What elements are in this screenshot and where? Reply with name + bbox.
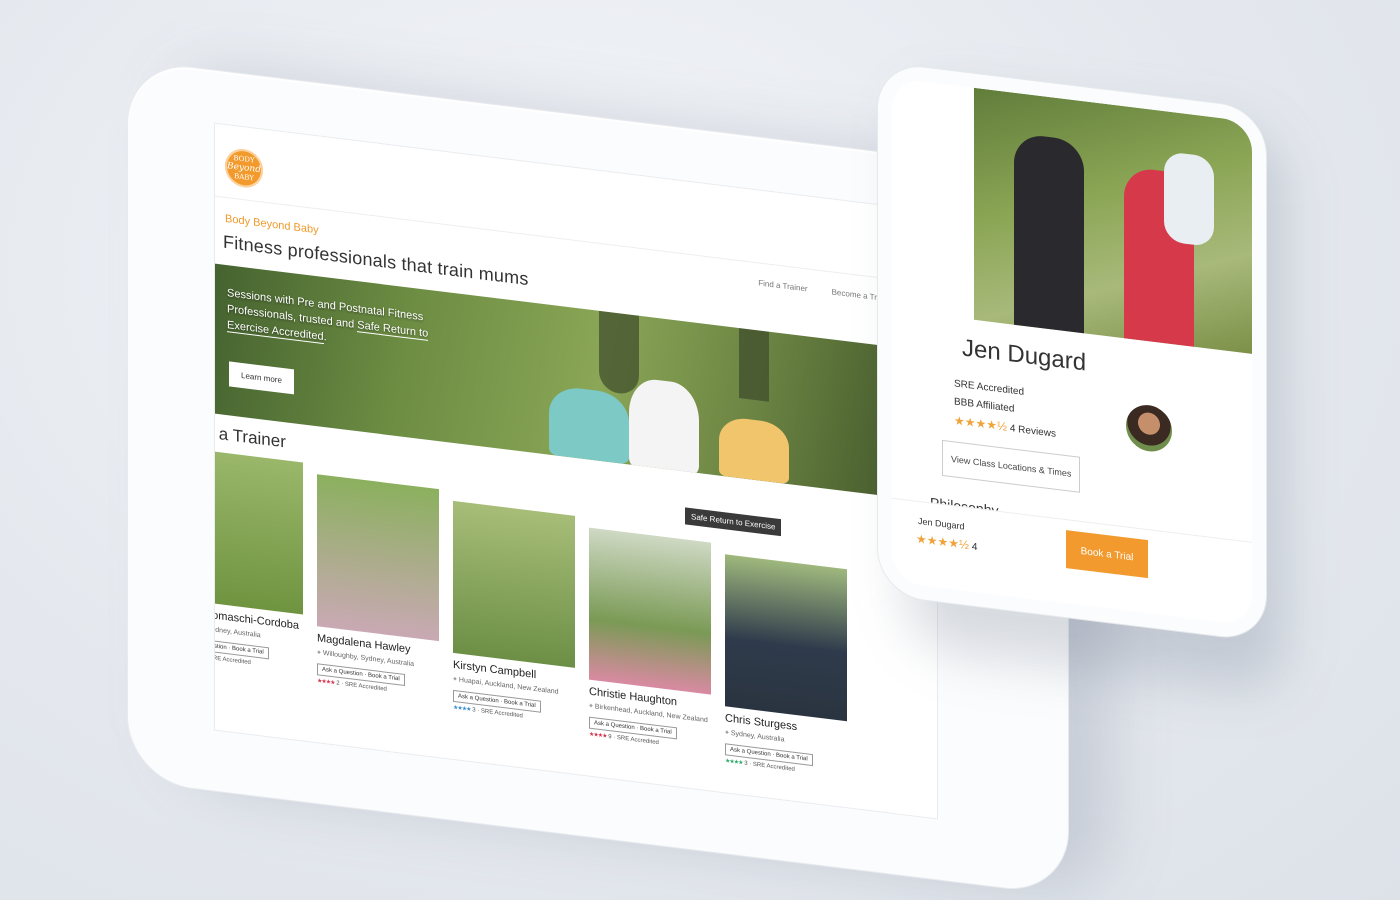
trainer-photo <box>453 500 575 668</box>
star-rating-icon: ★★★★ <box>453 704 471 714</box>
tree-trunk <box>739 328 769 402</box>
star-rating-icon: ★★★★ <box>589 731 607 740</box>
footer-rating: ★★★★½ 4 <box>916 532 977 554</box>
hero-text: Sessions with Pre and Postnatal Fitness … <box>227 285 467 362</box>
tree-trunk <box>599 310 639 396</box>
trainer-photo <box>317 474 439 642</box>
view-class-locations-button[interactable]: View Class Locations & Times <box>942 439 1081 493</box>
book-trial-button[interactable]: Book a Trial <box>1066 530 1148 579</box>
person-figure <box>1014 132 1084 342</box>
profile-photo <box>974 87 1252 354</box>
profile-meta: SRE Accredited BBB Affiliated ★★★★½ 4 Re… <box>954 375 1056 444</box>
trainer-card[interactable]: Kirstyn Campbell ⌖ Huapai, Auckland, New… <box>453 500 575 726</box>
star-rating-icon: ★★★★ <box>317 678 335 687</box>
footer-trainer-name: Jen Dugard <box>918 515 965 532</box>
trainer-photo <box>589 527 711 695</box>
trainer-list: Meli Comaschi-Cordoba ⌖ Ryde, Sydney, Au… <box>214 447 938 806</box>
phone-screen: Jen Dugard SRE Accredited BBB Affiliated… <box>892 77 1252 626</box>
trainer-location-text: Sydney, Australia <box>730 730 785 744</box>
trainer-profile-name: Jen Dugard <box>962 334 1087 377</box>
star-rating-icon: ★★★★ <box>725 758 743 767</box>
hero-text-end: . <box>323 331 327 344</box>
reviews-link[interactable]: 4 Reviews <box>1010 423 1056 440</box>
find-trainer-heading: Find a Trainer <box>214 420 286 452</box>
star-rating-icon: ★★★★½ <box>916 531 970 553</box>
baby-figure <box>1164 151 1214 248</box>
tablet-screen: BODY Beyond BABY Body Beyond Baby Fitnes… <box>214 122 938 820</box>
trainer-photo <box>725 554 847 722</box>
trainer-card[interactable]: Chris Sturgess ⌖ Sydney, Australia Ask a… <box>725 554 847 779</box>
trainer-card[interactable]: Christie Haughton ⌖ Birkenhead, Auckland… <box>589 527 711 753</box>
body-beyond-baby-logo[interactable]: BODY Beyond BABY <box>225 146 263 190</box>
person-figure <box>549 384 629 465</box>
person-figure <box>629 376 699 476</box>
logo-line: BABY <box>234 171 254 182</box>
person-figure <box>719 415 789 485</box>
learn-more-button[interactable]: Learn more <box>229 361 294 395</box>
avatar <box>1126 402 1172 455</box>
trainer-card[interactable]: Magdalena Hawley ⌖ Willoughby, Sydney, A… <box>317 474 439 699</box>
trainer-card[interactable]: Meli Comaschi-Cordoba ⌖ Ryde, Sydney, Au… <box>214 447 303 673</box>
nav-find-trainer[interactable]: Find a Trainer <box>758 278 807 293</box>
star-rating-icon: ★★★★½ <box>954 413 1008 434</box>
footer-review-count: 4 <box>971 541 978 554</box>
trainer-photo <box>214 447 303 615</box>
phone-device: Jen Dugard SRE Accredited BBB Affiliated… <box>878 62 1266 642</box>
